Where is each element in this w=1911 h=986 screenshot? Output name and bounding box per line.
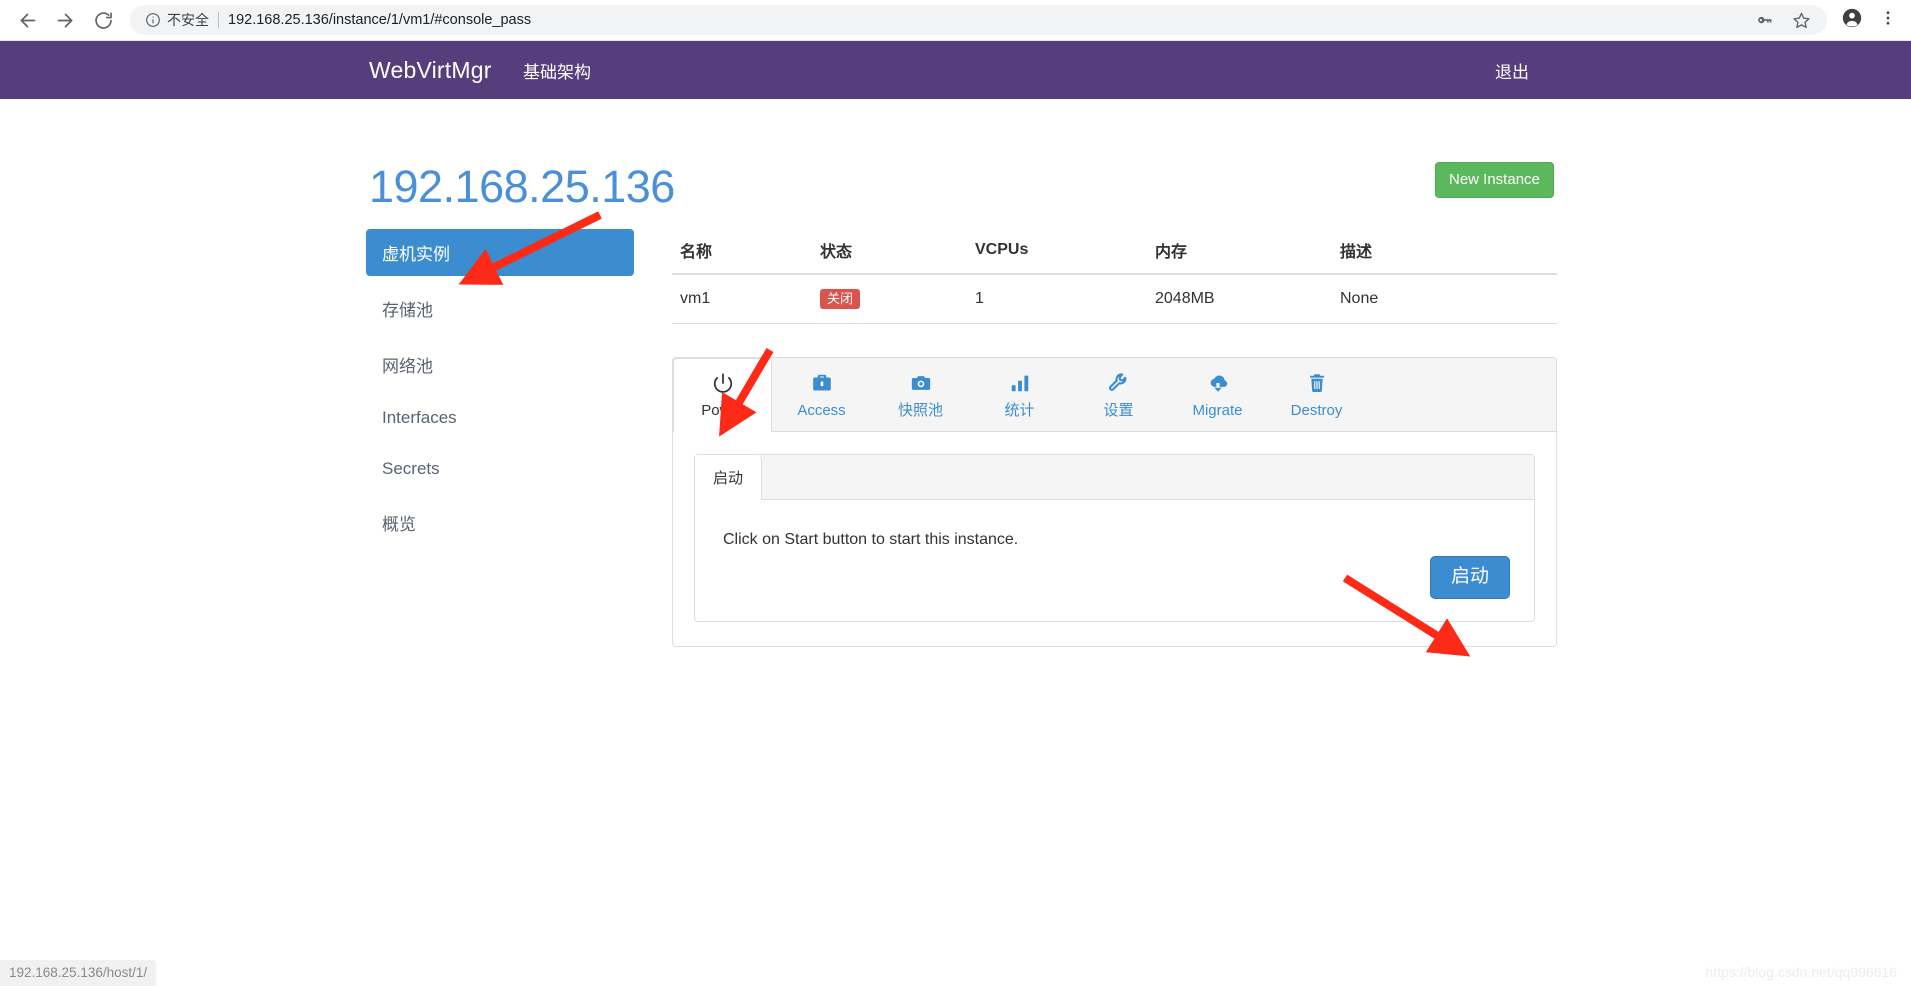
sidebar-item-overview[interactable]: 概览 (366, 499, 634, 546)
power-panel: 启动 Click on Start button to start this i… (694, 454, 1535, 623)
tab-power-label: Power (701, 402, 744, 419)
new-instance-button[interactable]: New Instance (1435, 162, 1554, 198)
sidebar-item-interfaces[interactable]: Interfaces (366, 397, 634, 439)
cell-instance-memory: 2048MB (1147, 274, 1332, 324)
status-badge: 关闭 (820, 289, 861, 309)
camera-icon (876, 372, 965, 396)
info-circle-icon[interactable] (144, 11, 162, 29)
sidebar: 虚机实例 存储池 网络池 Interfaces Secrets 概览 (366, 229, 634, 555)
table-header-row: 名称 状态 VCPUs 内存 描述 (672, 229, 1557, 275)
content-area: 名称 状态 VCPUs 内存 描述 vm1 关闭 1 2048MB None P… (672, 229, 1557, 648)
power-tab-strip: 启动 (695, 455, 1534, 501)
url-text[interactable]: 192.168.25.136/instance/1/vm1/#console_p… (228, 12, 1755, 28)
column-header-state: 状态 (812, 229, 967, 275)
bar-chart-icon (975, 372, 1064, 396)
column-header-name: 名称 (672, 229, 812, 275)
chrome-menu-button[interactable] (1871, 1, 1905, 39)
tab-start[interactable]: 启动 (695, 455, 763, 501)
wrench-icon (1074, 372, 1163, 396)
profile-avatar-icon (1841, 7, 1863, 34)
omnibox-divider (218, 12, 219, 28)
profile-button[interactable] (1835, 1, 1869, 39)
browser-status-bar: 192.168.25.136/host/1/ (0, 960, 157, 986)
reload-icon (93, 10, 114, 31)
brand-logo[interactable]: WebVirtMgr (369, 57, 492, 84)
tab-power[interactable]: Power (673, 358, 772, 433)
table-row[interactable]: vm1 关闭 1 2048MB None (672, 274, 1557, 324)
sidebar-item-instances[interactable]: 虚机实例 (366, 229, 634, 276)
tab-migrate[interactable]: Migrate (1168, 358, 1267, 432)
tab-snapshots-label: 快照池 (897, 402, 943, 419)
app-navbar: WebVirtMgr 基础架构 退出 (0, 41, 1911, 99)
forward-button[interactable] (46, 1, 84, 39)
tab-snapshots[interactable]: 快照池 (871, 358, 970, 432)
sidebar-item-secrets[interactable]: Secrets (366, 448, 634, 490)
trash-icon (1272, 372, 1361, 396)
cell-instance-vcpus: 1 (967, 274, 1147, 324)
tab-migrate-label: Migrate (1192, 402, 1243, 419)
power-icon (678, 372, 767, 396)
cloud-download-icon (1173, 372, 1262, 396)
tab-destroy[interactable]: Destroy (1267, 358, 1366, 432)
nav-item-infrastructure[interactable]: 基础架构 (523, 58, 591, 83)
security-status-label: 不安全 (167, 12, 209, 28)
column-header-vcpus: VCPUs (967, 229, 1147, 275)
watermark: https://blog.csdn.net/qq996616 (1705, 964, 1897, 980)
cell-instance-state: 关闭 (812, 274, 967, 324)
address-bar[interactable]: 不安全 192.168.25.136/instance/1/vm1/#conso… (130, 5, 1827, 35)
star-icon[interactable] (1792, 11, 1811, 30)
tab-content-wrap: 启动 Click on Start button to start this i… (673, 432, 1556, 646)
sidebar-item-storage-pools[interactable]: 存储池 (366, 285, 634, 332)
tab-access[interactable]: Access (772, 358, 871, 432)
cell-instance-description: None (1332, 274, 1557, 324)
start-button[interactable]: 启动 (1429, 556, 1510, 600)
instance-tab-panel: Power Access 快照池 统计 设置 Migrate Destroy 启… (672, 357, 1557, 648)
three-dot-menu-icon (1879, 9, 1897, 32)
back-button[interactable] (8, 1, 46, 39)
sidebar-item-network-pools[interactable]: 网络池 (366, 341, 634, 388)
cell-instance-name[interactable]: vm1 (672, 274, 812, 324)
nav-item-logout[interactable]: 退出 (1495, 58, 1529, 83)
tab-statistics-label: 统计 (1004, 402, 1035, 419)
key-icon[interactable] (1755, 11, 1774, 30)
power-panel-body: Click on Start button to start this inst… (695, 500, 1534, 621)
column-header-description: 描述 (1332, 229, 1557, 275)
tab-statistics[interactable]: 统计 (970, 358, 1069, 432)
column-header-memory: 内存 (1147, 229, 1332, 275)
instances-table: 名称 状态 VCPUs 内存 描述 vm1 关闭 1 2048MB None (672, 229, 1557, 324)
tab-settings[interactable]: 设置 (1069, 358, 1168, 432)
tab-settings-label: 设置 (1103, 402, 1134, 419)
tab-destroy-label: Destroy (1290, 402, 1343, 419)
power-panel-message: Click on Start button to start this inst… (723, 531, 1019, 549)
page-container: 192.168.25.136 New Instance 虚机实例 存储池 网络池… (0, 99, 1911, 959)
arrow-left-icon (17, 10, 38, 31)
briefcase-icon (777, 372, 866, 396)
page-title: 192.168.25.136 (369, 161, 675, 212)
browser-toolbar: 不安全 192.168.25.136/instance/1/vm1/#conso… (0, 0, 1911, 41)
tab-access-label: Access (797, 402, 846, 419)
tab-strip: Power Access 快照池 统计 设置 Migrate Destroy (673, 358, 1556, 433)
arrow-right-icon (55, 10, 76, 31)
reload-button[interactable] (84, 1, 122, 39)
